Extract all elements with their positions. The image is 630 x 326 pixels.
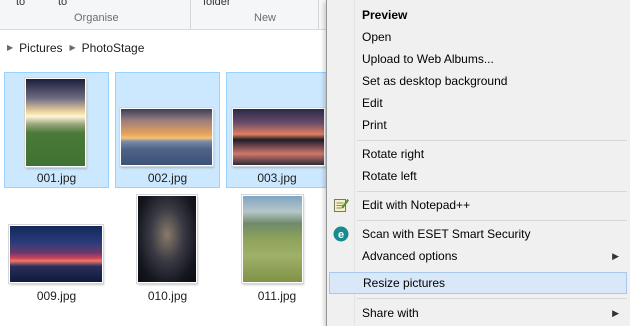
ribbon-fragment: to: [58, 0, 68, 8]
image-thumbnail: [242, 195, 303, 283]
submenu-arrow-icon: ▶: [612, 250, 619, 261]
menu-item-label: Advanced options: [362, 249, 458, 263]
menu-item-advanced-options[interactable]: Advanced options ▶: [327, 245, 630, 267]
file-tile-002[interactable]: 002.jpg: [115, 72, 220, 188]
ribbon-fragment: folder: [203, 0, 231, 8]
menu-separator: [357, 191, 627, 192]
file-tile-010[interactable]: 010.jpg: [115, 194, 220, 310]
image-thumbnail: [120, 108, 213, 166]
menu-item-label: Upload to Web Albums...: [362, 52, 494, 66]
image-thumbnail: [232, 108, 325, 166]
file-tile-009[interactable]: 009.jpg: [4, 194, 109, 310]
menu-item-label: Scan with ESET Smart Security: [362, 227, 531, 241]
svg-text:e: e: [338, 229, 344, 241]
ribbon-divider: [190, 0, 191, 30]
image-thumbnail: [25, 78, 86, 167]
menu-item-label: Set as desktop background: [362, 74, 508, 88]
menu-item-print[interactable]: Print: [327, 114, 630, 136]
menu-item-label: Share with: [362, 306, 419, 320]
menu-item-label: Edit with Notepad++: [362, 198, 471, 212]
menu-item-label: Open: [362, 30, 392, 44]
file-name: 010.jpg: [147, 289, 188, 303]
breadcrumb-item-pictures[interactable]: Pictures: [19, 41, 62, 55]
file-name: 011.jpg: [257, 289, 297, 303]
file-name: 001.jpg: [36, 171, 77, 185]
menu-item-rotate-right[interactable]: Rotate right: [327, 143, 630, 165]
submenu-arrow-icon: ▶: [612, 307, 619, 318]
file-tile-003[interactable]: 003.jpg: [226, 72, 328, 188]
eset-icon: e: [333, 226, 349, 242]
menu-item-label: Edit: [362, 96, 383, 110]
menu-item-label: Resize pictures: [363, 276, 446, 290]
file-tile-001[interactable]: 001.jpg: [4, 72, 109, 188]
menu-item-scan-eset[interactable]: e Scan with ESET Smart Security: [327, 223, 630, 245]
image-thumbnail: [137, 195, 197, 283]
notepad-plus-plus-icon: [333, 197, 349, 213]
menu-item-label: Preview: [362, 8, 408, 22]
menu-item-label: Print: [362, 118, 387, 132]
context-menu: Preview Open Upload to Web Albums... Set…: [326, 0, 630, 326]
ribbon-group-organise: Organise: [74, 12, 119, 24]
menu-separator: [357, 220, 627, 221]
ribbon-fragment: to: [16, 0, 26, 8]
menu-item-label: Rotate right: [362, 147, 425, 161]
ribbon-divider: [318, 0, 319, 30]
menu-item-label: Rotate left: [362, 169, 417, 183]
menu-item-upload-web-albums[interactable]: Upload to Web Albums...: [327, 48, 630, 70]
menu-item-share-with[interactable]: Share with ▶: [327, 302, 630, 324]
menu-item-resize-pictures[interactable]: Resize pictures: [329, 272, 627, 294]
ribbon-group-new: New: [254, 12, 277, 24]
file-name: 002.jpg: [147, 171, 188, 185]
image-thumbnail: [9, 225, 103, 283]
file-name: 009.jpg: [36, 289, 77, 303]
chevron-right-icon[interactable]: ▶: [70, 43, 76, 52]
menu-item-preview[interactable]: Preview: [327, 4, 630, 26]
menu-item-rotate-left[interactable]: Rotate left: [327, 165, 630, 187]
menu-separator: [357, 298, 627, 299]
menu-item-edit-notepad[interactable]: Edit with Notepad++: [327, 194, 630, 216]
menu-item-set-desktop-background[interactable]: Set as desktop background: [327, 70, 630, 92]
file-tile-011[interactable]: 011.jpg: [226, 194, 328, 310]
menu-item-edit[interactable]: Edit: [327, 92, 630, 114]
menu-separator: [357, 140, 627, 141]
chevron-right-icon[interactable]: ▶: [7, 43, 13, 52]
menu-item-open[interactable]: Open: [327, 26, 630, 48]
breadcrumb-item-photostage[interactable]: PhotoStage: [82, 41, 145, 55]
file-name: 003.jpg: [257, 171, 297, 185]
